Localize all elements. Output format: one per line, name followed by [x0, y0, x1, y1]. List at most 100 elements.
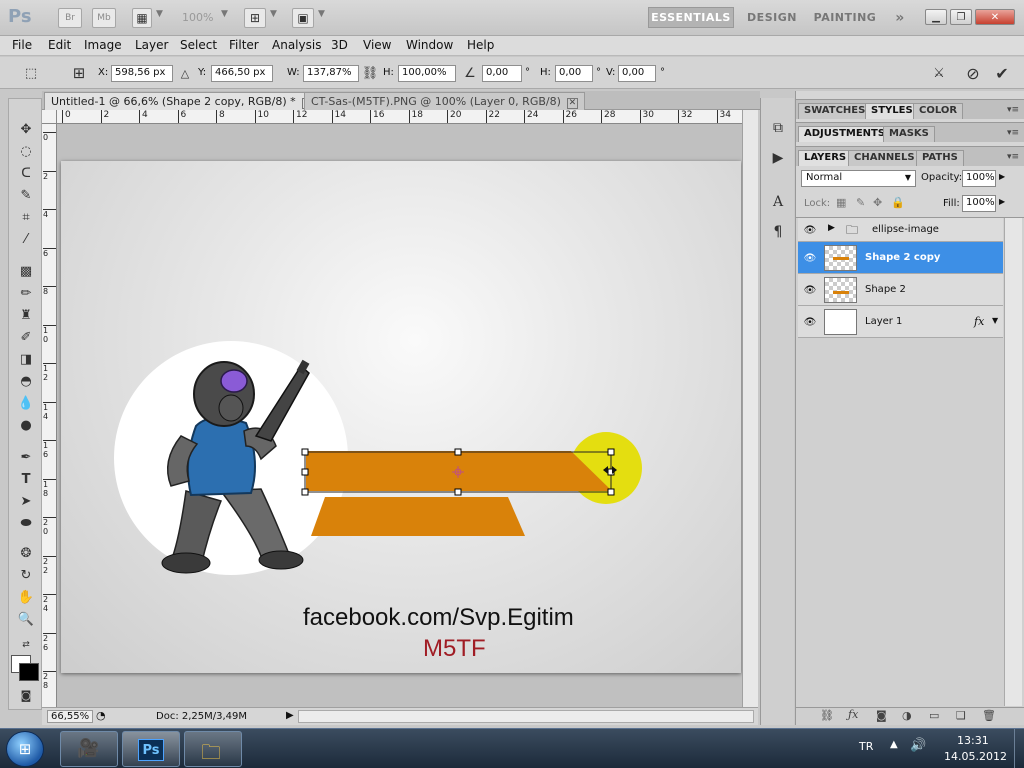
swap-colors-icon[interactable]: ⇄ — [14, 635, 38, 655]
warp-mode-icon[interactable]: ⚔ — [930, 64, 948, 82]
eye-icon[interactable]: 👁 — [801, 281, 819, 299]
shape-2[interactable] — [311, 497, 525, 536]
tab-color[interactable]: COLOR — [913, 103, 964, 119]
add-layer-style-icon[interactable]: ƒx — [848, 708, 858, 721]
3d-rotate-tool-icon[interactable]: ❂ — [14, 543, 38, 563]
arrange-documents-icon[interactable]: ⊞ — [244, 8, 266, 28]
eye-icon[interactable]: 👁 — [801, 313, 819, 331]
tab-styles[interactable]: STYLES — [865, 103, 919, 119]
bridge-button[interactable]: Br — [58, 8, 82, 28]
chevron-down-icon[interactable]: ▼ — [318, 9, 325, 19]
menu-help[interactable]: Help — [467, 38, 494, 52]
commit-transform-icon[interactable]: ✔ — [993, 64, 1011, 83]
tab-swatches[interactable]: SWATCHES — [798, 103, 872, 119]
eyedropper-tool-icon[interactable]: ⁄ — [14, 229, 38, 249]
restore-icon[interactable]: ❐ — [950, 9, 972, 25]
x-position-field[interactable]: 598,56 px — [111, 65, 173, 82]
layer-name[interactable]: Layer 1 — [865, 316, 902, 327]
expand-triangle-icon[interactable]: ▶ — [828, 223, 835, 233]
3d-orbit-tool-icon[interactable]: ↻ — [14, 565, 38, 585]
new-group-icon[interactable]: ▭ — [929, 709, 939, 722]
chevron-down-icon[interactable]: ▼ — [992, 316, 998, 325]
new-layer-icon[interactable]: ❑ — [956, 709, 966, 722]
quick-selection-tool-icon[interactable]: ✎ — [14, 185, 38, 205]
lasso-tool-icon[interactable]: ᑕ — [14, 163, 38, 183]
lock-all-icon[interactable]: 🔒 — [891, 196, 905, 209]
menu-file[interactable]: File — [12, 38, 32, 52]
clock-date[interactable]: 14.05.2012 — [944, 750, 1007, 763]
chevron-right-icon[interactable]: ▶ — [999, 197, 1005, 206]
vertical-ruler[interactable]: 0 2 4 6 8 1 0 1 2 1 4 1 6 1 8 2 0 2 2 2 4 2 6 2 8 — [42, 124, 57, 707]
chevron-right-icon[interactable]: ▶ — [999, 172, 1005, 181]
relative-position-icon[interactable]: △ — [176, 64, 194, 82]
taskbar-explorer[interactable]: 🗀 — [184, 731, 242, 767]
layer-row-shape-2[interactable]: 👁 Shape 2 — [798, 274, 1003, 306]
menu-filter[interactable]: Filter — [229, 38, 259, 52]
ellipse-tool-icon[interactable]: ⬬ — [14, 513, 38, 533]
horizontal-ruler[interactable]: 0 2 4 6 8 10 12 14 16 18 20 22 24 26 28 30 32 34 — [57, 110, 742, 124]
document-workspace[interactable]: facebook.com/Svp.Egitim M5TF — [57, 124, 742, 707]
height-field[interactable]: 100,00% — [398, 65, 456, 82]
tab-channels[interactable]: CHANNELS — [848, 150, 921, 166]
link-icon[interactable]: ⛓ — [361, 64, 379, 82]
taskbar-photoshop[interactable]: Ps — [122, 731, 180, 767]
mini-bridge-button[interactable]: Mb — [92, 8, 116, 28]
reference-point-icon[interactable]: ⊞ — [70, 64, 88, 82]
blend-mode-dropdown[interactable]: Normal ▼ — [801, 170, 916, 187]
menu-window[interactable]: Window — [406, 38, 453, 52]
clock-time[interactable]: 13:31 — [957, 734, 989, 747]
brand-text[interactable]: M5TF — [423, 635, 486, 663]
tab-untitled-1[interactable]: Untitled-1 @ 66,6% (Shape 2 copy, RGB/8)… — [44, 92, 320, 110]
menu-image[interactable]: Image — [84, 38, 122, 52]
move-tool-icon[interactable]: ⬚ — [22, 64, 40, 82]
history-brush-tool-icon[interactable]: ✐ — [14, 327, 38, 347]
blur-tool-icon[interactable]: 💧 — [14, 393, 38, 413]
tab-paths[interactable]: PATHS — [916, 150, 964, 166]
rotation-field[interactable]: 0,00 — [482, 65, 522, 82]
show-desktop-button[interactable] — [1014, 729, 1024, 768]
workspace-essentials[interactable]: ESSENTIALS — [648, 7, 734, 28]
menu-view[interactable]: View — [363, 38, 391, 52]
actions-panel-icon[interactable]: ▶ — [768, 148, 788, 168]
pen-tool-icon[interactable]: ✒ — [14, 447, 38, 467]
path-selection-tool-icon[interactable]: ➤ — [14, 491, 38, 511]
layer-effects-icon[interactable]: fx — [974, 315, 984, 328]
move-tool-icon[interactable]: ✥ — [14, 119, 38, 139]
lock-image-icon[interactable]: ✎ — [856, 196, 865, 209]
menu-analysis[interactable]: Analysis — [272, 38, 321, 52]
tab-ct-sas[interactable]: CT-Sas-(M5TF).PNG @ 100% (Layer 0, RGB/8… — [304, 92, 585, 110]
panel-menu-icon[interactable]: ▾≡ — [1007, 152, 1019, 162]
tab-masks[interactable]: MASKS — [883, 126, 935, 142]
document-canvas[interactable]: facebook.com/Svp.Egitim M5TF — [61, 161, 741, 673]
quick-mask-icon[interactable]: ◙ — [14, 685, 38, 705]
adjustment-layer-icon[interactable]: ◑ — [902, 709, 912, 722]
facebook-text[interactable]: facebook.com/Svp.Egitim — [303, 604, 574, 632]
chevron-down-icon[interactable]: ▼ — [156, 9, 163, 19]
cancel-transform-icon[interactable]: ⊘ — [964, 64, 982, 83]
minimize-icon[interactable]: ▁ — [925, 9, 947, 25]
volume-icon[interactable]: 🔊 — [910, 738, 926, 753]
menu-select[interactable]: Select — [180, 38, 217, 52]
history-panel-icon[interactable]: ⧉ — [768, 118, 788, 138]
delete-layer-icon[interactable]: 🗑 — [982, 709, 996, 722]
language-indicator[interactable]: TR — [859, 740, 873, 753]
close-tab-icon[interactable]: ✕ — [566, 98, 578, 109]
chevron-down-icon[interactable]: ▼ — [221, 9, 228, 19]
shape-2-copy[interactable] — [306, 451, 612, 491]
tab-adjustments[interactable]: ADJUSTMENTS — [798, 126, 892, 142]
show-hidden-icons[interactable]: ▲ — [890, 739, 898, 750]
opacity-field[interactable]: 100% — [962, 170, 996, 187]
eye-icon[interactable]: 👁 — [801, 249, 819, 267]
vertical-skew-field[interactable]: 0,00 — [618, 65, 656, 82]
layer-name[interactable]: Shape 2 — [865, 284, 906, 295]
layer-name[interactable]: ellipse-image — [872, 224, 939, 235]
fill-field[interactable]: 100% — [962, 195, 996, 212]
hand-tool-icon[interactable]: ✋ — [14, 587, 38, 607]
taskbar-camtasia[interactable]: 🎥 — [60, 731, 118, 767]
tab-layers[interactable]: LAYERS — [798, 150, 853, 166]
workspace-design[interactable]: DESIGN — [742, 7, 802, 28]
layer-row-layer-1[interactable]: 👁 Layer 1 fx ▼ — [798, 306, 1003, 338]
start-button[interactable]: ⊞ — [6, 731, 44, 767]
brush-tool-icon[interactable]: ✏ — [14, 283, 38, 303]
view-extras-icon[interactable]: ▦ — [132, 8, 152, 28]
